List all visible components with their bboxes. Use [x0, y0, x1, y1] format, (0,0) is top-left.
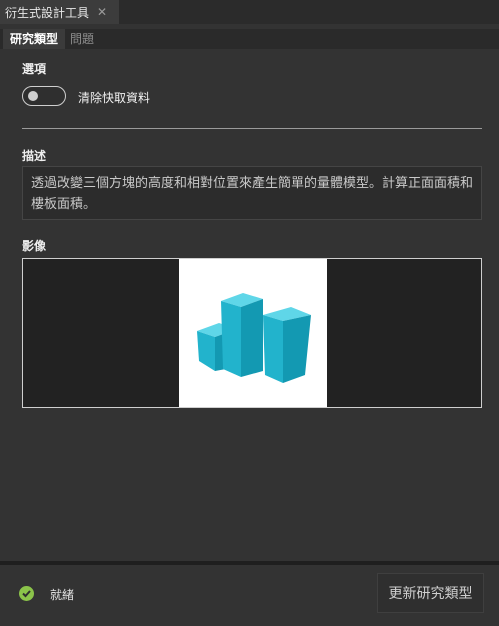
- footer-separator: [0, 561, 499, 565]
- close-icon[interactable]: ✕: [97, 5, 107, 19]
- description-heading: 描述: [22, 149, 47, 163]
- toggle-knob: [28, 91, 38, 101]
- update-study-type-button[interactable]: 更新研究類型: [377, 573, 484, 613]
- image-preview: [22, 258, 482, 408]
- description-text: 透過改變三個方塊的高度和相對位置來產生簡單的量體模型。計算正面面積和樓板面積。: [22, 166, 482, 220]
- tab-issues[interactable]: 問題: [70, 29, 94, 49]
- image-heading: 影像: [22, 239, 47, 253]
- tab-bar: 研究類型 問題: [0, 29, 499, 49]
- document-tab-title: 衍生式設計工具: [5, 5, 90, 20]
- document-tab[interactable]: 衍生式設計工具 ✕: [0, 0, 119, 24]
- image-panel: [179, 259, 327, 407]
- clear-cache-toggle[interactable]: [22, 86, 66, 106]
- title-bar: 衍生式設計工具 ✕: [0, 0, 499, 24]
- massing-model-image: [197, 293, 311, 383]
- section-divider: [22, 128, 482, 129]
- check-circle-icon: [19, 586, 34, 601]
- tab-study-type[interactable]: 研究類型: [3, 29, 65, 49]
- clear-cache-label: 清除快取資料: [78, 91, 151, 105]
- options-heading: 選項: [22, 62, 47, 76]
- status-text: 就緒: [50, 588, 75, 602]
